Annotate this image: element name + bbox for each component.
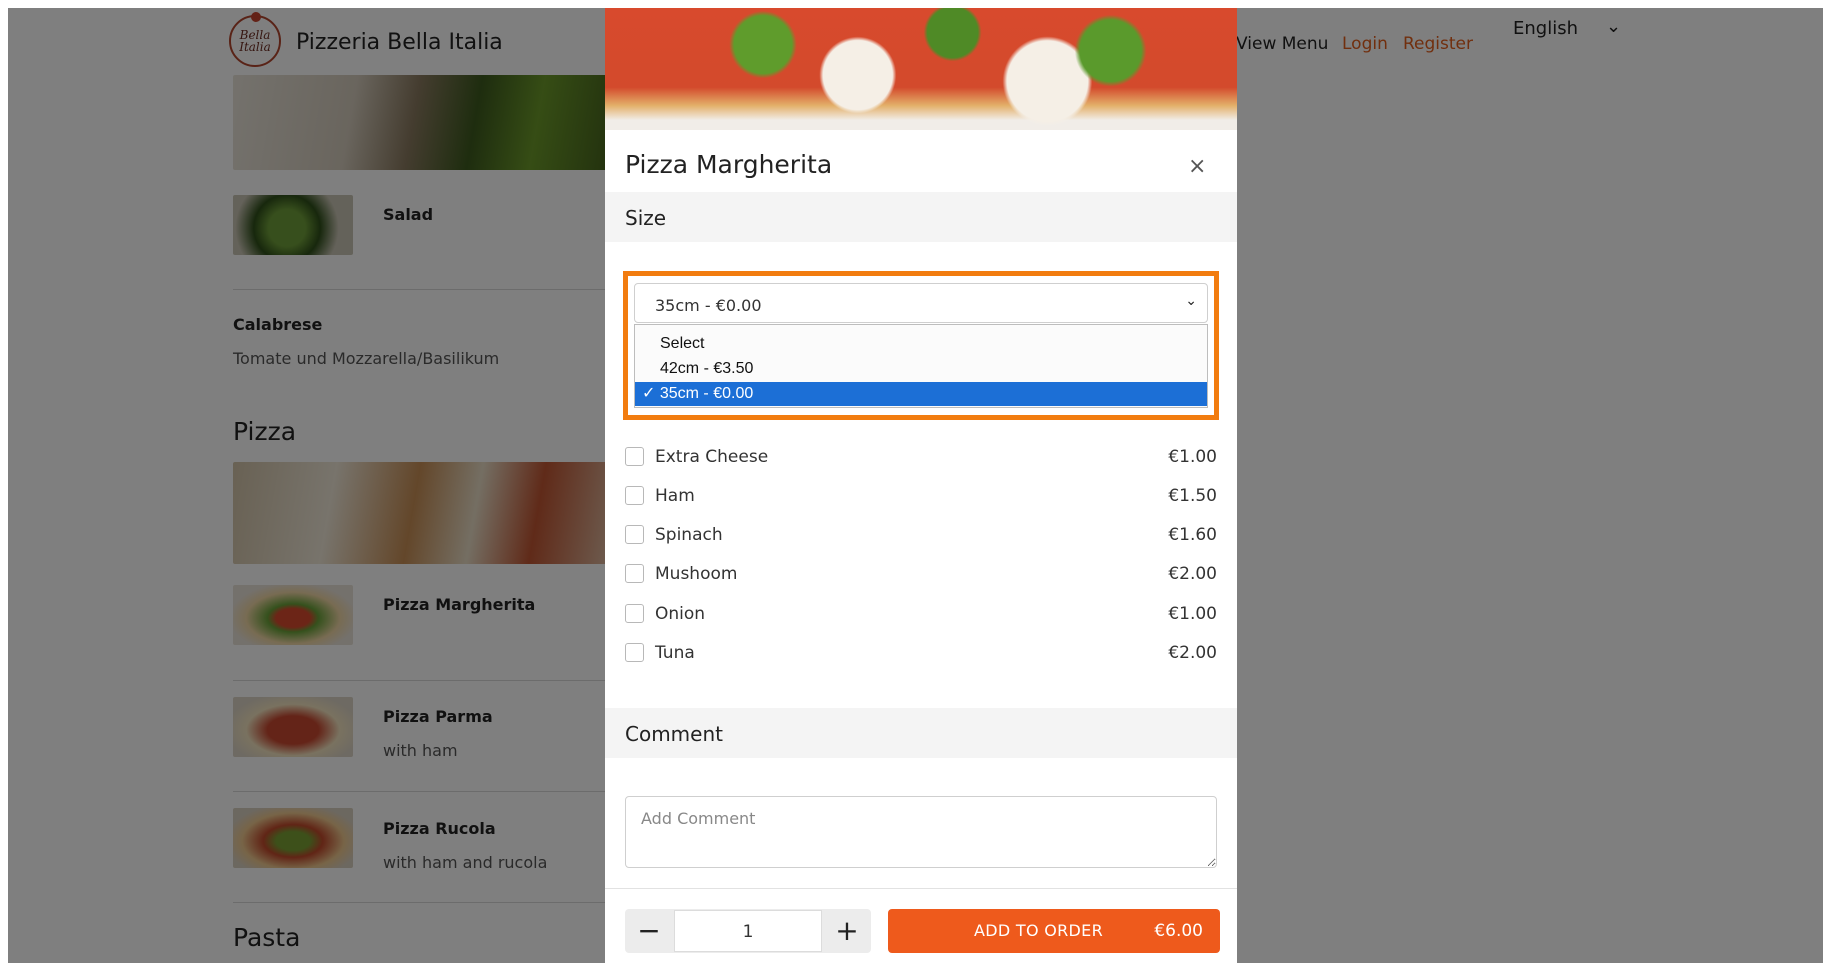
size-select-value: 35cm - €0.00	[655, 296, 762, 315]
size-heading: Size	[625, 206, 667, 230]
modal-title: Pizza Margherita	[625, 150, 833, 179]
addon-label: Ham	[655, 486, 695, 506]
addon-row[interactable]: Tuna €2.00	[625, 639, 1217, 667]
addon-label: Mushoom	[655, 564, 738, 584]
addon-label: Spinach	[655, 525, 723, 545]
addon-row[interactable]: Onion €1.00	[625, 600, 1217, 628]
addon-price: €1.00	[1168, 604, 1217, 624]
chevron-down-icon: ⌄	[1185, 293, 1197, 309]
comment-field[interactable]	[625, 796, 1217, 868]
product-modal: Pizza Margherita × Size 35cm - €0.00 ⌄ S…	[605, 8, 1237, 963]
quantity-input[interactable]: 1	[674, 910, 822, 952]
addon-row[interactable]: Extra Cheese €1.00	[625, 443, 1217, 471]
size-select-highlight: 35cm - €0.00 ⌄ Select 42cm - €3.50 ✓ 35c…	[623, 271, 1219, 420]
addon-checkbox[interactable]	[625, 604, 644, 623]
size-select[interactable]: 35cm - €0.00 ⌄	[634, 283, 1208, 323]
addon-price: €1.60	[1168, 525, 1217, 545]
addon-checkbox[interactable]	[625, 525, 644, 544]
quantity-stepper: − 1 +	[625, 909, 871, 953]
size-option[interactable]: Select	[635, 332, 1207, 356]
addon-price: €1.50	[1168, 486, 1217, 506]
close-icon[interactable]: ×	[1188, 154, 1206, 179]
add-to-order-button[interactable]: ADD TO ORDER €6.00	[888, 909, 1220, 953]
addon-price: €1.00	[1168, 447, 1217, 467]
addon-label: Onion	[655, 604, 706, 624]
addon-price: €2.00	[1168, 564, 1217, 584]
addon-label: Tuna	[655, 643, 695, 663]
decrease-quantity-button[interactable]: −	[625, 909, 673, 953]
increase-quantity-button[interactable]: +	[823, 909, 871, 953]
size-section-header: Size	[605, 192, 1237, 242]
addon-checkbox[interactable]	[625, 486, 644, 505]
addon-checkbox[interactable]	[625, 447, 644, 466]
addon-row[interactable]: Spinach €1.60	[625, 521, 1217, 549]
addon-checkbox[interactable]	[625, 564, 644, 583]
addon-label: Extra Cheese	[655, 447, 769, 467]
comment-heading: Comment	[625, 722, 723, 746]
addon-price: €2.00	[1168, 643, 1217, 663]
size-option[interactable]: 42cm - €3.50	[635, 357, 1207, 381]
page: Bella Italia Pizzeria Bella Italia View …	[8, 8, 1823, 963]
product-image	[605, 8, 1237, 130]
size-option-selected[interactable]: ✓ 35cm - €0.00	[635, 382, 1207, 406]
addon-row[interactable]: Ham €1.50	[625, 482, 1217, 510]
addon-row[interactable]: Mushoom €2.00	[625, 560, 1217, 588]
addon-checkbox[interactable]	[625, 643, 644, 662]
divider	[605, 888, 1237, 889]
add-to-order-price: €6.00	[1154, 921, 1203, 941]
comment-section-header: Comment	[605, 708, 1237, 758]
size-dropdown-list: Select 42cm - €3.50 ✓ 35cm - €0.00	[634, 324, 1208, 408]
add-to-order-label: ADD TO ORDER	[974, 921, 1103, 940]
